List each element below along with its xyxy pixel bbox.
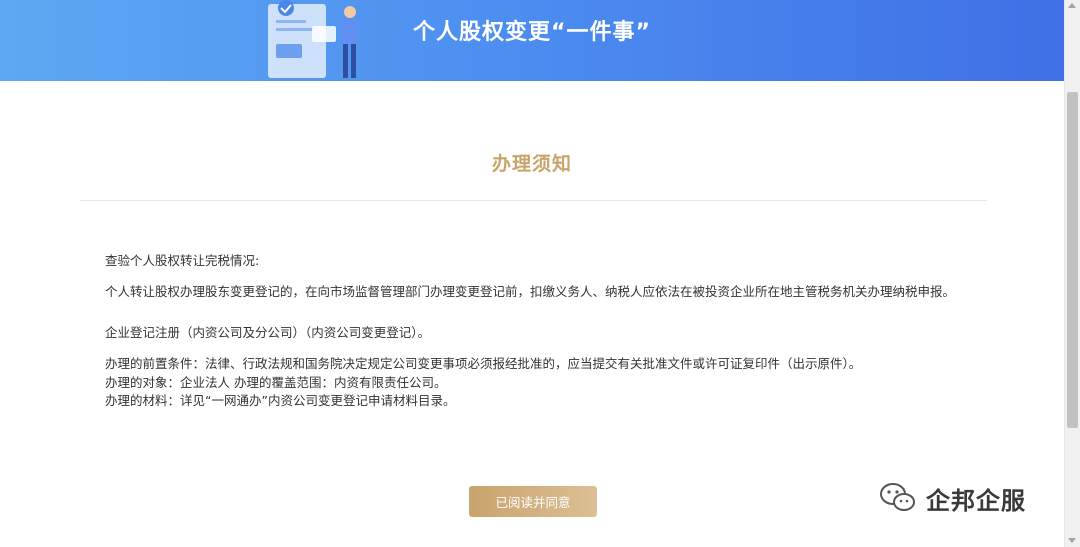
scroll-up-arrow-icon[interactable] [1068,3,1076,8]
notice-line: 个人转让股权办理股东变更登记的，在向市场监督管理部门办理变更登记前，扣缴义务人、… [105,284,956,299]
agree-button[interactable]: 已阅读并同意 [469,486,597,517]
watermark: 企邦企服 [878,480,1026,516]
section-heading: 办理须知 [491,153,572,175]
notice-line: 查验个人股权转让完税情况: [105,253,260,268]
wechat-icon [880,483,915,511]
banner-title: 个人股权变更“一件事” [413,20,651,45]
notice-line: 办理的材料：详见“一网通办”内资公司变更登记申请材料目录。 [105,393,456,408]
watermark-text: 企邦企服 [926,486,1026,515]
notice-line: 办理的对象：企业法人 办理的覆盖范围：内资有限责任公司。 [105,375,447,390]
page-banner: 个人股权变更“一件事” [0,0,1064,81]
notice-line: 企业登记注册（内资公司及分公司）（内资公司变更登记）。 [105,325,431,340]
vertical-scrollbar[interactable] [1064,0,1080,547]
scroll-thumb[interactable] [1067,92,1078,428]
notice-line: 办理的前置条件：法律、行政法规和国务院决定规定公司变更事项必须报经批准的，应当提… [105,356,862,371]
heading-divider [80,200,987,201]
scroll-down-arrow-icon[interactable] [1068,538,1076,543]
